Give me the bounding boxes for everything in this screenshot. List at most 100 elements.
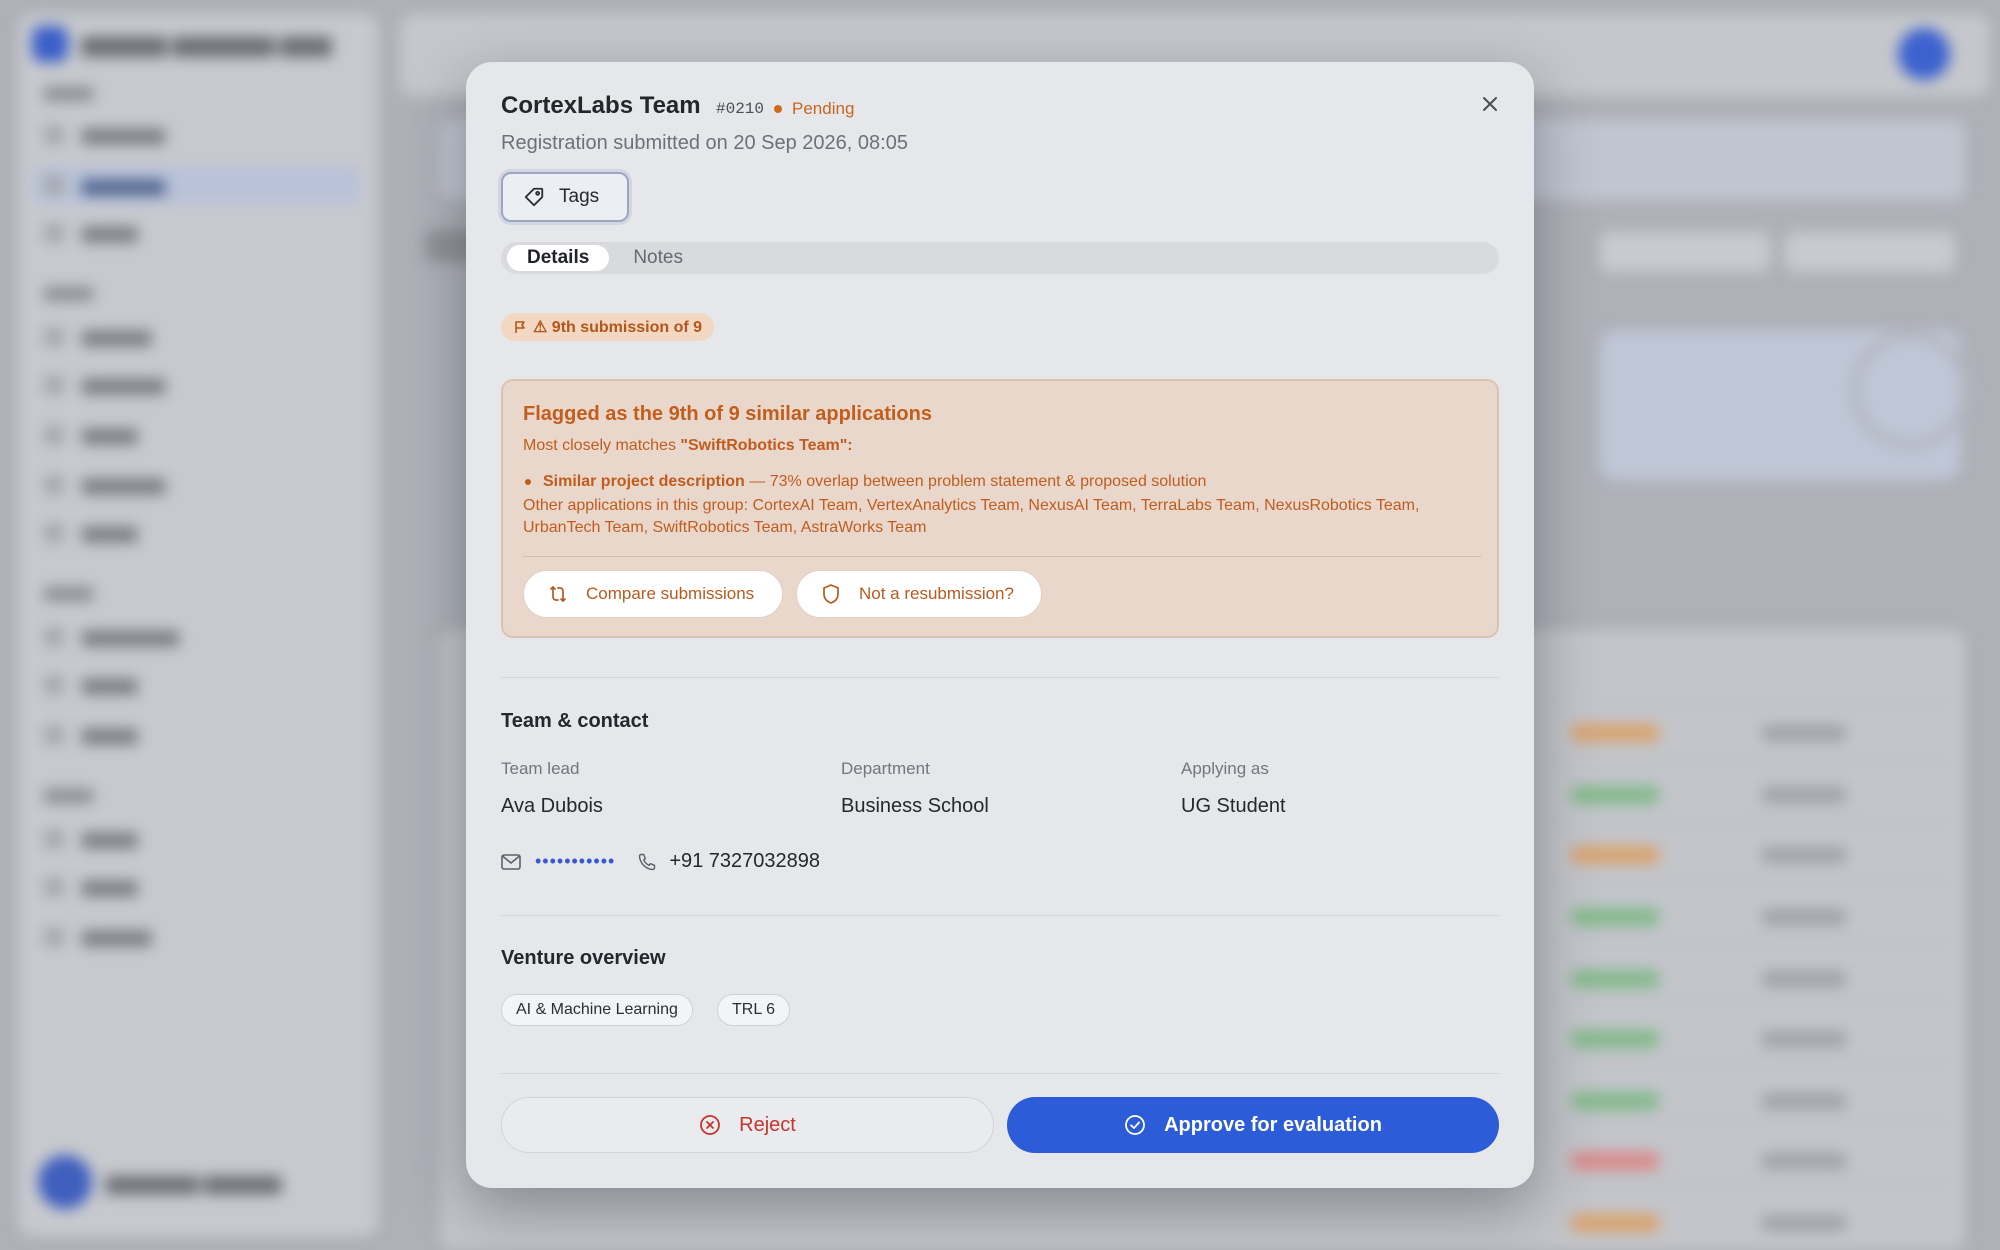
close-icon [1483, 97, 1497, 111]
team-contact-heading: Team & contact [501, 710, 649, 732]
bg-date [1762, 725, 1846, 741]
compare-submissions-button[interactable]: Compare submissions [523, 570, 783, 618]
alert-bullet: Similar project description — 73% overla… [525, 473, 1206, 491]
bg-pill [1570, 970, 1660, 988]
not-resubmission-button[interactable]: Not a resubmission? [796, 570, 1042, 618]
reject-label: Reject [739, 1113, 796, 1136]
bullet-dot [525, 479, 531, 485]
team-lead-label: Team lead [501, 759, 580, 778]
submitted-date: Registration submitted on 20 Sep 2026, 0… [501, 132, 908, 154]
reject-button[interactable]: Reject [501, 1097, 994, 1153]
bg-nav-item: ▆▆▆▆▆▆ [44, 124, 165, 145]
bg-pill [1570, 1152, 1660, 1170]
bg-nav-item: ▆▆▆▆ [44, 828, 137, 849]
bg-pill [1570, 724, 1660, 742]
venture-overview-heading: Venture overview [501, 947, 666, 969]
section-divider [501, 677, 1499, 678]
phone-icon [639, 853, 656, 870]
shield-icon [823, 584, 839, 604]
header-meta: #0210 Pending [716, 99, 854, 119]
bg-nav-item: ▆▆▆▆▆ [44, 326, 151, 347]
tab-notes[interactable]: Notes [613, 245, 703, 271]
mail-icon [501, 853, 521, 870]
alert-divider [523, 556, 1481, 557]
flag-icon [515, 321, 525, 333]
duplicate-alert: Flagged as the 9th of 9 similar applicat… [501, 379, 1499, 638]
bg-date [1762, 1153, 1846, 1169]
team-title: CortexLabs Team [501, 92, 701, 119]
match-name: "SwiftRobotics Team": [680, 437, 853, 454]
bg-pill [1570, 786, 1660, 804]
bullet-bold: Similar project description [543, 473, 745, 490]
bg-date [1762, 1093, 1846, 1109]
tags-label: Tags [559, 186, 600, 207]
bg-brand: ▆▆▆▆▆ ▆▆▆▆▆▆ ▆▆▆ [32, 26, 331, 62]
bg-nav-item-active: ▆▆▆▆▆▆ [32, 166, 362, 204]
bg-pill [1570, 1214, 1660, 1232]
match-prefix: Most closely matches [523, 437, 681, 454]
bg-pill [1570, 1092, 1660, 1110]
bullet-text: — 73% overlap between problem statement … [744, 473, 1207, 490]
bg-ring [1850, 330, 1970, 450]
bg-button [1600, 232, 1770, 272]
bg-nav-group: ▆▆▆▆ [44, 786, 94, 803]
status-dot [774, 105, 783, 113]
bg-nav-item: ▆▆▆▆▆ [44, 926, 151, 947]
approve-label: Approve for evaluation [1164, 1113, 1382, 1136]
bg-nav-group: ▆▆▆▆ [44, 584, 94, 601]
close-button[interactable] [1476, 90, 1504, 118]
bg-date [1762, 1031, 1846, 1047]
applying-as-value: UG Student [1181, 795, 1286, 817]
team-lead-value: Ava Dubois [501, 795, 603, 817]
alert-title: Flagged as the 9th of 9 similar applicat… [523, 403, 932, 425]
approve-button[interactable]: Approve for evaluation [1007, 1097, 1499, 1153]
bg-nav-item: ▆▆▆▆ [44, 724, 137, 745]
bg-avatar [1898, 28, 1950, 80]
tags-button[interactable]: Tags [501, 172, 629, 222]
bg-user: ▆▆▆▆▆▆ ▆▆▆▆▆ [38, 1155, 281, 1209]
phone-contact: +91 7327032898 [637, 850, 820, 873]
alert-other-applications: Other applications in this group: Cortex… [523, 497, 1420, 536]
department-label: Department [841, 759, 930, 778]
sector-chip: AI & Machine Learning [501, 994, 693, 1026]
bg-date [1762, 787, 1846, 803]
bg-nav-item: ▆▆▆▆ [44, 876, 137, 897]
tab-bar: Details Notes [501, 242, 1499, 274]
compare-label: Compare submissions [586, 584, 755, 603]
bg-nav-item: ▆▆▆▆ [44, 222, 137, 243]
bg-button [1785, 232, 1955, 272]
status-badge: Pending [792, 99, 855, 118]
bg-nav-item: ▆▆▆▆ [44, 522, 137, 543]
phone-number: +91 7327032898 [669, 850, 821, 872]
bg-pill [1570, 846, 1660, 864]
trl-chip: TRL 6 [717, 994, 790, 1026]
registration-modal: CortexLabs Team #0210 Pending Registrati… [466, 62, 1534, 1188]
bg-nav-item: ▆▆▆▆ [44, 674, 137, 695]
bg-pill [1570, 908, 1660, 926]
tag-icon [524, 187, 544, 207]
section-divider [501, 1073, 1499, 1074]
bg-date [1762, 971, 1846, 987]
contact-row: ••••••••••• +91 7327032898 [501, 850, 820, 873]
reject-icon [700, 1115, 721, 1135]
resubmission-badge-label: ⚠ 9th submission of 9 [533, 319, 703, 336]
compare-icon [550, 586, 566, 602]
alert-match-line: Most closely matches "SwiftRobotics Team… [523, 437, 853, 455]
resubmission-badge: ⚠ 9th submission of 9 [501, 313, 715, 341]
bg-nav-item: ▆▆▆▆ [44, 424, 137, 445]
bg-nav-item: ▆▆▆▆▆▆▆ [44, 626, 179, 647]
bg-nav-item: ▆▆▆▆▆▆ [44, 474, 165, 495]
bg-nav-group: ▆▆▆▆ [44, 84, 94, 101]
tab-details[interactable]: Details [507, 245, 610, 271]
check-circle-icon [1125, 1115, 1145, 1135]
registration-id: #0210 [716, 100, 765, 118]
bg-date [1762, 1215, 1846, 1231]
bg-pill [1570, 1030, 1660, 1048]
bg-date [1762, 847, 1846, 863]
email-link[interactable]: ••••••••••• [535, 851, 615, 872]
applying-as-label: Applying as [1181, 759, 1269, 778]
bg-nav-item: ▆▆▆▆▆▆ [44, 374, 165, 395]
not-resubmission-label: Not a resubmission? [859, 584, 1014, 603]
bg-date [1762, 909, 1846, 925]
department-value: Business School [841, 795, 989, 817]
